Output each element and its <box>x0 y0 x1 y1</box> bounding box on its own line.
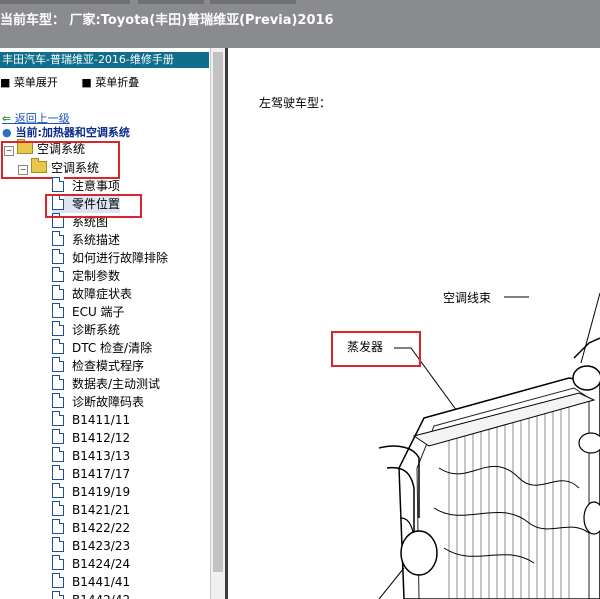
menu-expand-label: 菜单展开 <box>13 76 58 89</box>
tree-item-label: ECU 端子 <box>72 305 125 319</box>
tree-item[interactable]: 定制参数 <box>52 267 120 285</box>
tree-item[interactable]: 系统描述 <box>52 231 120 249</box>
tree-item[interactable]: B1423/23 <box>52 537 130 555</box>
tree-item-label: 注意事项 <box>72 179 121 193</box>
tree-item-label: 检查模式程序 <box>72 359 145 373</box>
tree-item[interactable]: B1422/22 <box>52 519 130 537</box>
menu-controls: ■ 菜单展开 ■ 菜单折叠 <box>0 74 159 90</box>
tree-item-label: B1422/22 <box>72 521 131 535</box>
window-header: 当前车型： 厂家:Toyota(丰田)普瑞维亚(Previa)2016 <box>0 0 600 48</box>
tree-item-label: 系统描述 <box>72 233 121 247</box>
tree-item[interactable]: B1441/41 <box>52 573 130 591</box>
tree-item[interactable]: B1419/19 <box>52 483 130 501</box>
tree-item[interactable]: B1417/17 <box>52 465 130 483</box>
tree-item-label: DTC 检查/清除 <box>72 341 153 355</box>
current-section: ● 当前:加热器和空调系统 <box>2 124 130 140</box>
document-icon <box>52 483 64 498</box>
panel-divider[interactable] <box>225 48 228 599</box>
tree-item-label: B1421/21 <box>72 503 131 517</box>
document-icon <box>52 285 64 300</box>
document-icon <box>52 393 64 408</box>
tree-item[interactable]: B1412/12 <box>52 429 130 447</box>
tree-item[interactable]: 检查模式程序 <box>52 357 144 375</box>
document-icon <box>52 519 64 534</box>
document-icon <box>52 267 64 282</box>
tree-item-label: 诊断故障码表 <box>72 395 145 409</box>
document-icon <box>52 231 64 246</box>
document-icon <box>52 537 64 552</box>
user-icon: ● <box>2 126 12 139</box>
component-illustration <box>378 292 600 599</box>
tree-item[interactable]: ECU 端子 <box>52 303 125 321</box>
document-icon <box>52 429 64 444</box>
document-icon <box>52 375 64 390</box>
highlight-box-part-location <box>45 194 142 218</box>
nav-tree: 丰田汽车-普瑞维亚-2016-维修手册 ■ 菜单展开 ■ 菜单折叠 ⇐ 返回上一… <box>0 48 211 599</box>
document-icon <box>52 249 64 264</box>
ac-harness-label: 空调线束 <box>443 291 492 305</box>
document-icon <box>52 465 64 480</box>
current-section-label: 当前:加热器和空调系统 <box>15 126 130 139</box>
menu-collapse-button[interactable]: ■ 菜单折叠 <box>81 76 149 89</box>
tree-item-label: B1412/12 <box>72 431 131 445</box>
nav-panel: 丰田汽车-普瑞维亚-2016-维修手册 ■ 菜单展开 ■ 菜单折叠 ⇐ 返回上一… <box>0 48 228 599</box>
tree-item[interactable]: 诊断故障码表 <box>52 393 144 411</box>
tree-item-label: B1413/13 <box>72 449 131 463</box>
tree-item-label: B1419/19 <box>72 485 131 499</box>
tree-item-label: 诊断系统 <box>72 323 121 337</box>
tree-item-label: B1441/41 <box>72 575 131 589</box>
menu-collapse-label: 菜单折叠 <box>95 76 140 89</box>
tree-item[interactable]: 数据表/主动测试 <box>52 375 160 393</box>
content-pane: 左驾驶车型： 空调线束 蒸发器 <box>229 48 600 599</box>
tree-item[interactable]: 如何进行故障排除 <box>52 249 168 267</box>
document-icon <box>52 339 64 354</box>
tree-item-label: 如何进行故障排除 <box>72 251 169 265</box>
document-icon <box>52 447 64 462</box>
menu-expand-button[interactable]: ■ 菜单展开 <box>0 76 68 89</box>
tree-item-label: B1411/11 <box>72 413 131 427</box>
header-strip <box>138 0 204 4</box>
tree-item[interactable]: 诊断系统 <box>52 321 120 339</box>
tree-item[interactable]: 故障症状表 <box>52 285 132 303</box>
tree-item[interactable]: B1421/21 <box>52 501 130 519</box>
current-vehicle-title: 当前车型： 厂家:Toyota(丰田)普瑞维亚(Previa)2016 <box>0 13 334 28</box>
tree-item[interactable]: B1424/24 <box>52 555 130 573</box>
header-strip <box>0 0 130 4</box>
highlight-box-evaporator <box>331 331 421 367</box>
nav-scroll-thumb[interactable] <box>213 52 223 572</box>
tree-item[interactable]: B1442/42 <box>52 591 130 599</box>
tree-item-label: B1417/17 <box>72 467 131 481</box>
document-icon <box>52 321 64 336</box>
header-strip <box>210 0 296 4</box>
document-icon <box>52 573 64 588</box>
tree-item[interactable]: B1413/13 <box>52 447 130 465</box>
tree-item-label: B1424/24 <box>72 557 131 571</box>
manual-title: 丰田汽车-普瑞维亚-2016-维修手册 <box>0 52 209 68</box>
tree-item-label: B1423/23 <box>72 539 131 553</box>
tree-item-label: 数据表/主动测试 <box>72 377 161 391</box>
tree-item-label: B1442/42 <box>72 593 130 599</box>
document-icon <box>52 591 64 599</box>
document-icon <box>52 303 64 318</box>
tree-item[interactable]: DTC 检查/清除 <box>52 339 152 357</box>
highlight-box-folders <box>1 141 120 179</box>
document-icon <box>52 555 64 570</box>
document-icon <box>52 501 64 516</box>
document-icon <box>52 411 64 426</box>
tree-item-label: 故障症状表 <box>72 287 133 301</box>
document-icon <box>52 177 64 192</box>
tree-item[interactable]: B1411/11 <box>52 411 130 429</box>
tree-item[interactable]: 注意事项 <box>52 177 120 195</box>
tree-item-label: 定制参数 <box>72 269 121 283</box>
document-icon <box>52 357 64 372</box>
